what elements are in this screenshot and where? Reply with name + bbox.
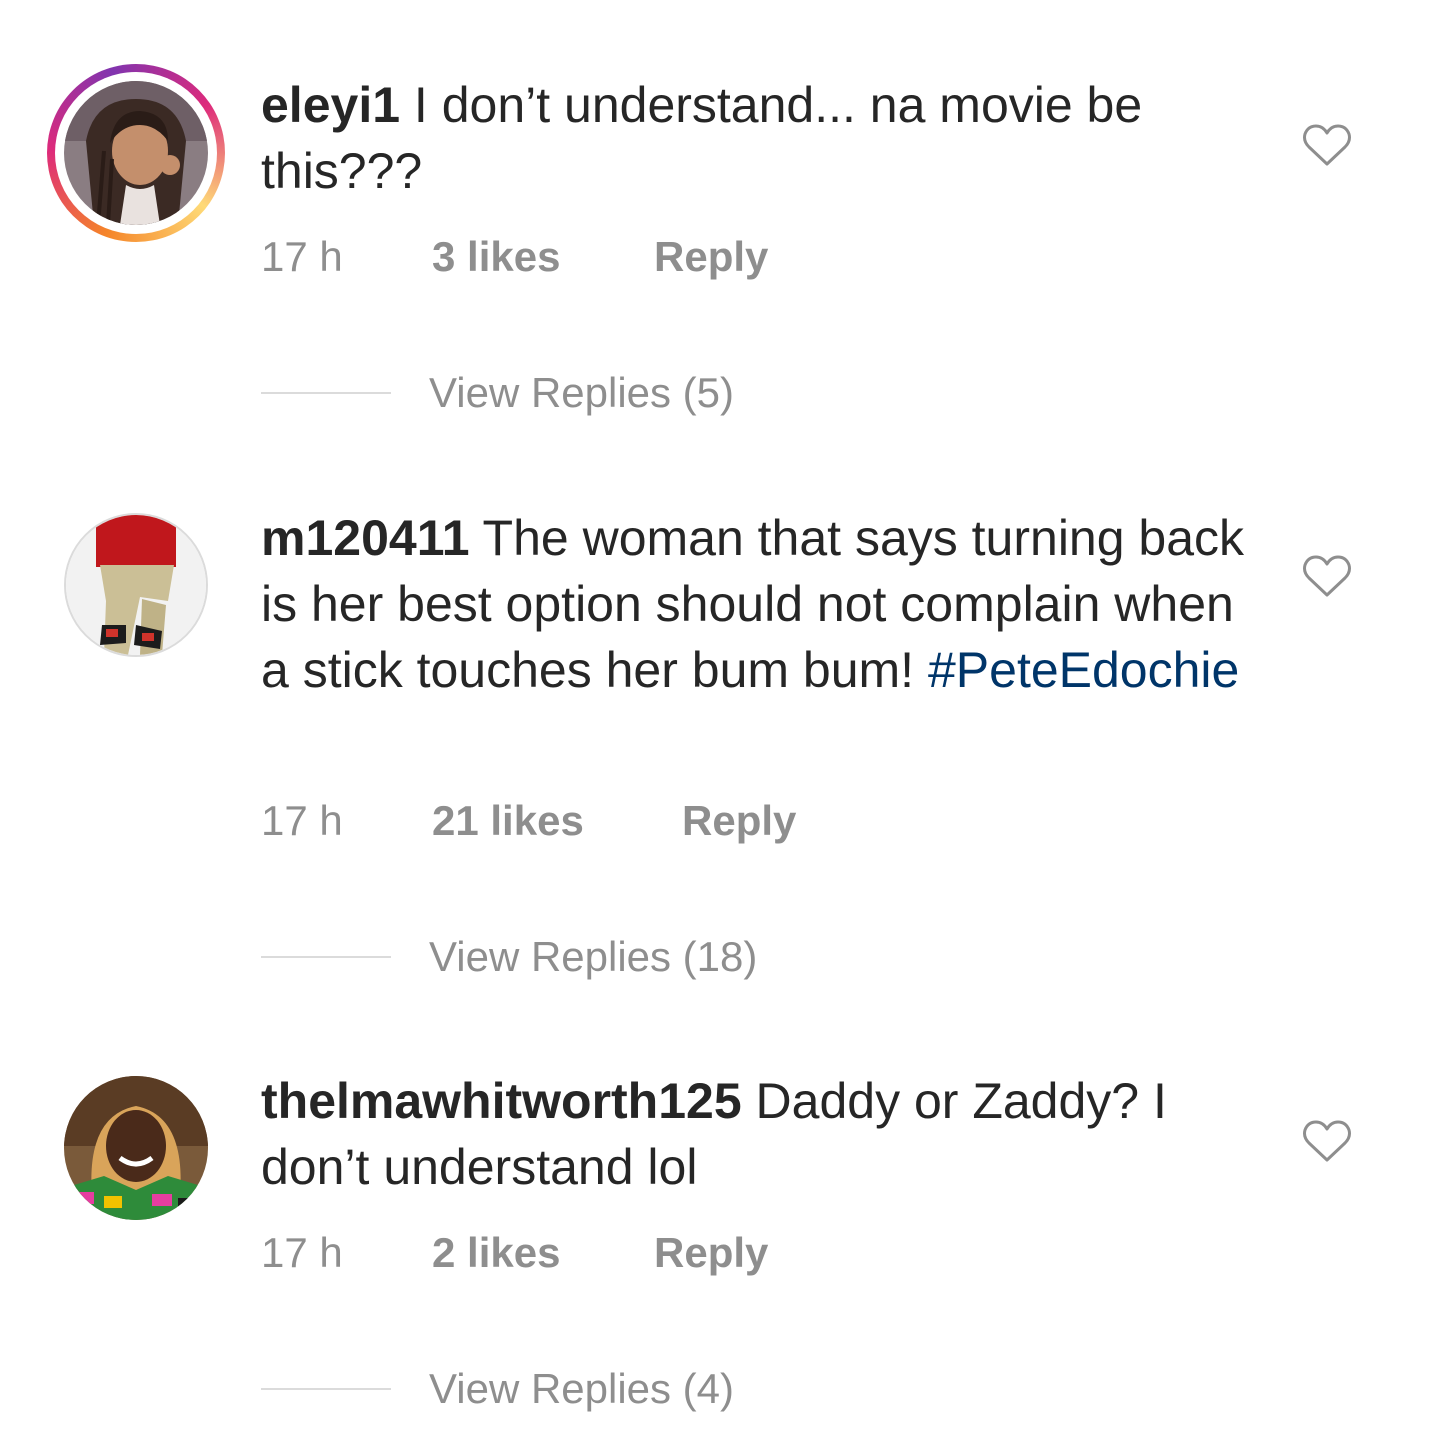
comment-likes[interactable]: 21 likes <box>432 796 584 846</box>
comment-time: 17 h <box>261 797 343 844</box>
heart-outline-icon[interactable] <box>1302 1118 1352 1164</box>
heart-outline-icon[interactable] <box>1302 553 1352 599</box>
reply-button[interactable]: Reply <box>654 232 768 282</box>
heart-outline-icon[interactable] <box>1302 122 1352 168</box>
avatar[interactable] <box>64 1076 208 1220</box>
comment-username[interactable]: eleyi1 <box>261 77 400 133</box>
comment-likes[interactable]: 3 likes <box>432 232 560 282</box>
comment-text: m120411 The woman that says turning back… <box>261 505 1261 703</box>
comment-username[interactable]: thelmawhitworth125 <box>261 1073 742 1129</box>
avatar[interactable] <box>64 513 208 657</box>
legs-sneakers-avatar <box>66 515 206 655</box>
woman-with-braids-avatar <box>64 81 208 225</box>
replies-divider <box>261 392 391 394</box>
comment-time: 17 h <box>261 233 343 280</box>
reply-button[interactable]: Reply <box>654 1228 768 1278</box>
reply-button[interactable]: Reply <box>682 796 796 846</box>
view-replies-label[interactable]: View Replies (18) <box>429 932 757 982</box>
replies-divider <box>261 956 391 958</box>
comment-time: 17 h <box>261 1229 343 1276</box>
comment-text: thelmawhitworth125 Daddy or Zaddy? I don… <box>261 1068 1261 1200</box>
replies-divider <box>261 1388 391 1390</box>
smiling-woman-avatar <box>64 1076 208 1220</box>
view-replies-label[interactable]: View Replies (4) <box>429 1364 734 1414</box>
avatar[interactable] <box>64 81 208 225</box>
hashtag-link[interactable]: #PeteEdochie <box>928 642 1239 698</box>
comment-username[interactable]: m120411 <box>261 510 470 566</box>
comment-likes[interactable]: 2 likes <box>432 1228 560 1278</box>
comment-text: eleyi1 I don’t understand... na movie be… <box>261 72 1261 204</box>
view-replies-label[interactable]: View Replies (5) <box>429 368 734 418</box>
